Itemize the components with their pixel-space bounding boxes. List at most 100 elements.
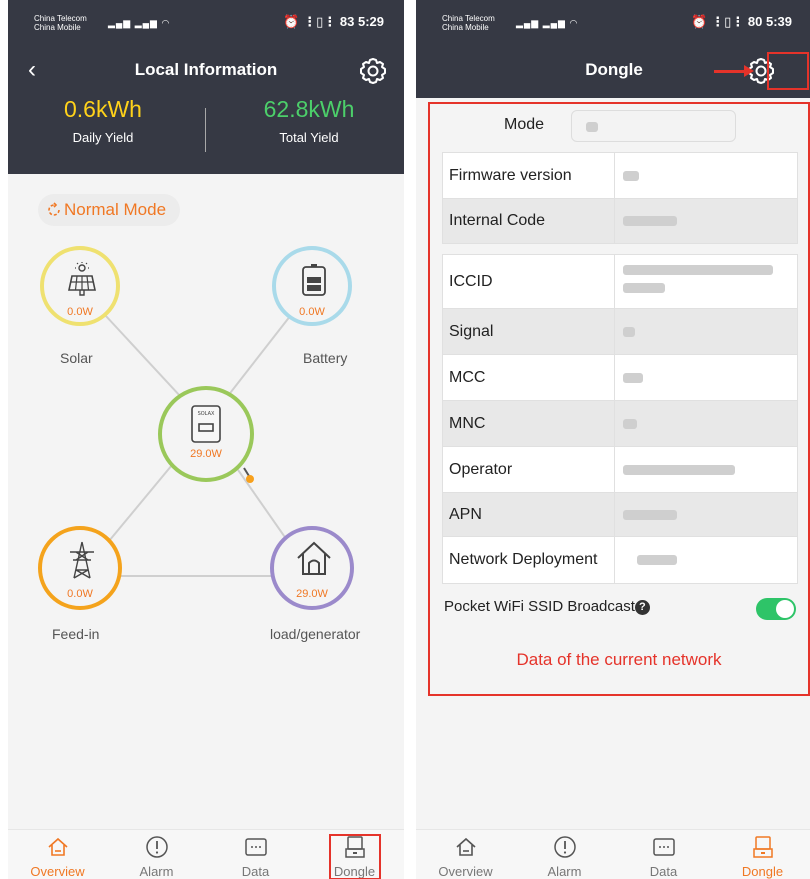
mode-badge[interactable]: Normal Mode: [38, 194, 181, 226]
tab-dongle-label: Dongle: [741, 864, 784, 879]
mode-row: Mode: [430, 104, 808, 148]
dongle-info-card: Mode Firmware version Internal Code ICCI…: [428, 102, 810, 696]
row-label: Internal Code: [449, 212, 546, 229]
row-label: MNC: [449, 415, 486, 432]
annotation-arrow: [714, 65, 754, 77]
mode-field[interactable]: [571, 110, 736, 142]
refresh-icon: [48, 202, 60, 216]
row-value: [623, 510, 677, 520]
daily-yield-value: 0.6kWh: [64, 96, 142, 122]
table-row: Network Deployment: [443, 537, 797, 583]
row-value: [623, 283, 665, 293]
total-yield-label: Total Yield: [279, 130, 339, 145]
signal-icon: ▂▄▆ ▂▄▆ ◠: [108, 18, 171, 28]
tab-data-label: Data: [241, 864, 270, 879]
total-yield: 62.8kWh Total Yield: [214, 96, 404, 145]
tab-alarm-label: Alarm: [139, 864, 174, 879]
dongle-screen: China Telecom China Mobile ▂▄▆ ▂▄▆ ◠ ⏰ ⋮▯…: [416, 0, 810, 879]
row-label: APN: [449, 506, 482, 523]
data-tab-icon: [653, 838, 675, 856]
table-row: MCC: [443, 355, 797, 401]
row-value: [623, 373, 643, 383]
row-label: Network Deployment: [449, 551, 598, 568]
carrier-1: China Telecom: [442, 14, 495, 23]
row-value: [637, 555, 677, 565]
tab-data-label: Data: [649, 864, 678, 879]
tab-overview-label: Overview: [438, 864, 493, 879]
tab-data[interactable]: Data: [206, 830, 305, 879]
battery-power: 0.0W: [299, 306, 325, 318]
status-bar: China Telecom China Mobile ▂▄▆ ▂▄▆ ◠ ⏰ ⋮▯…: [416, 0, 810, 44]
row-value: [623, 265, 773, 275]
page-title: Local Information: [134, 60, 278, 79]
tab-overview[interactable]: Overview: [8, 830, 107, 879]
wifi-label: Pocket WiFi SSID Broadcast: [444, 598, 635, 615]
tab-dongle[interactable]: Dongle: [713, 830, 810, 879]
row-label: Signal: [449, 323, 494, 340]
status-bar: China Telecom China Mobile ▂▄▆ ▂▄▆ ◠ ⏰ ⋮▯…: [8, 0, 404, 44]
tab-alarm[interactable]: Alarm: [107, 830, 206, 879]
tab-data[interactable]: Data: [614, 830, 713, 879]
load-label: load/generator: [270, 626, 361, 642]
gear-icon[interactable]: [358, 56, 388, 86]
battery-label: Battery: [303, 350, 348, 366]
status-time: ⏰ ⋮▯⋮ 83 5:29: [283, 14, 384, 29]
network-info-table: ICCID Signal MCC MNC Operator APN Networ…: [442, 254, 798, 584]
tab-bar: Overview Alarm Data Dongle: [416, 829, 810, 879]
alarm-tab-icon: [554, 836, 576, 858]
dongle-tab-icon: [753, 836, 773, 858]
table-row: Operator: [443, 447, 797, 493]
mode-label: Mode: [504, 116, 545, 133]
load-power: 29.0W: [296, 588, 328, 600]
dongle-tab-highlight: [329, 834, 381, 879]
question-icon[interactable]: ?: [634, 600, 650, 615]
table-row: Internal Code: [443, 199, 797, 243]
local-information-screen: China Telecom China Mobile ▂▄▆ ▂▄▆ ◠ ⏰ ⋮▯…: [8, 0, 404, 879]
annotation-note: Data of the current network: [516, 650, 722, 669]
row-value: [623, 419, 637, 429]
feedin-label: Feed-in: [52, 626, 100, 642]
tab-overview[interactable]: Overview: [416, 830, 515, 879]
tab-overview-label: Overview: [30, 864, 85, 879]
row-label: MCC: [449, 369, 486, 386]
solar-node[interactable]: 0.0W: [40, 246, 120, 326]
power-tower-icon: [70, 541, 94, 579]
solar-label: Solar: [60, 350, 93, 366]
device-info-table: Firmware version Internal Code: [442, 152, 798, 244]
feedin-power: 0.0W: [67, 588, 93, 600]
daily-yield-label: Daily Yield: [72, 130, 134, 145]
row-value: [623, 327, 635, 337]
row-label: Firmware version: [449, 167, 572, 184]
gear-highlight: [767, 52, 809, 90]
divider: [205, 108, 206, 152]
status-time: ⏰ ⋮▯⋮ 80 5:39: [691, 14, 792, 29]
table-row: APN: [443, 493, 797, 537]
table-row: Signal: [443, 309, 797, 355]
row-label: ICCID: [449, 273, 493, 290]
battery-node[interactable]: 0.0W: [272, 246, 352, 326]
signal-icon: ▂▄▆ ▂▄▆ ◠: [516, 18, 579, 28]
tab-alarm[interactable]: Alarm: [515, 830, 614, 879]
carrier-1: China Telecom: [34, 14, 87, 23]
solar-power: 0.0W: [67, 306, 93, 318]
row-label: Operator: [449, 461, 513, 478]
feedin-node[interactable]: 0.0W: [38, 526, 122, 610]
inverter-icon: SOLAX: [191, 405, 221, 443]
svg-text:SOLAX: SOLAX: [198, 411, 215, 417]
mode-label: Normal Mode: [64, 200, 167, 219]
data-tab-icon: [245, 838, 267, 856]
total-yield-value: 62.8kWh: [263, 96, 355, 122]
wifi-ssid-broadcast-row: Pocket WiFi SSID Broadcast?: [444, 598, 796, 622]
solar-panel-icon: [68, 262, 96, 296]
home-tab-icon: [456, 837, 476, 856]
inverter-node[interactable]: SOLAX 29.0W: [158, 386, 254, 482]
battery-icon: [302, 264, 326, 296]
house-icon: [297, 541, 331, 575]
wifi-broadcast-toggle[interactable]: [756, 598, 796, 620]
load-node[interactable]: 29.0W: [270, 526, 354, 610]
table-row: MNC: [443, 401, 797, 447]
row-value: [623, 216, 677, 226]
row-value: [623, 465, 735, 475]
carrier-2: China Mobile: [442, 23, 489, 32]
carrier-2: China Mobile: [34, 23, 81, 32]
